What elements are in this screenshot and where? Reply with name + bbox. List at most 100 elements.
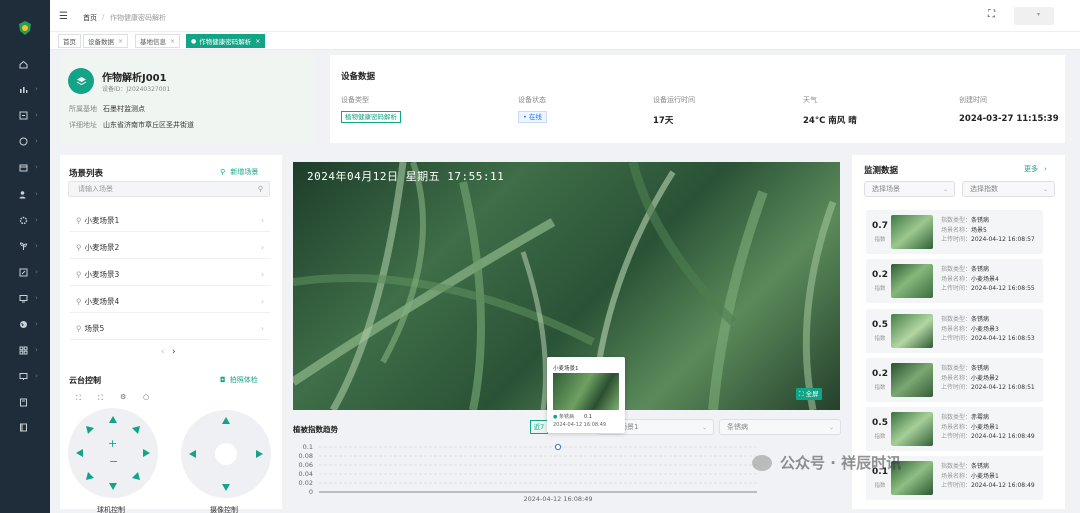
sidebar-item-screen[interactable]: › bbox=[0, 289, 50, 307]
sidebar-item-users[interactable]: › bbox=[0, 185, 50, 203]
sidebar-item-monitor[interactable]: › bbox=[0, 132, 50, 150]
weather-value: 24°C 南风 晴 bbox=[803, 116, 857, 126]
ptz-title: 云台控制 bbox=[69, 376, 101, 385]
scene-item[interactable]: ⚲ 小麦场景3 › bbox=[70, 264, 270, 286]
fullscreen-icon[interactable]: ⛶ bbox=[988, 9, 995, 20]
focus-frame-icon[interactable]: ⛶ bbox=[76, 394, 81, 403]
gear-small-icon[interactable]: ⚙ bbox=[120, 393, 126, 401]
monitor-record[interactable]: 0.7 指数 指数类型：条锈病 场景名称：场景5 上传时间：2024-04-12 16:… bbox=[866, 210, 1043, 254]
tab-home[interactable]: 首页 bbox=[58, 34, 81, 48]
sidebar-item-stats[interactable]: › bbox=[0, 80, 50, 98]
globe-icon bbox=[18, 136, 28, 146]
sidebar-item-docs[interactable] bbox=[0, 418, 50, 436]
record-time-label: 上传时间： bbox=[941, 482, 972, 489]
search-placeholder: 请输入场景 bbox=[78, 185, 113, 193]
close-icon[interactable]: × bbox=[118, 38, 123, 45]
device-data-card: 设备数据 设备类型 植物健康密码解析 设备状态 • 在线 设备运行时间 17天 … bbox=[330, 55, 1065, 143]
add-scene-label: 新增场景 bbox=[230, 168, 259, 176]
sidebar-item-map[interactable]: › bbox=[0, 315, 50, 333]
record-value: 0.7 bbox=[872, 221, 888, 231]
y-tick-label: 0.02 bbox=[299, 479, 313, 487]
tab-bar: 首页 设备数据 × 基地信息 × ● 作物健康密码解析 × bbox=[50, 32, 1080, 50]
app-logo-icon bbox=[19, 21, 31, 35]
zoom-frame-icon[interactable]: ⛶ bbox=[98, 394, 103, 403]
scene-item-label: 场景5 bbox=[84, 324, 105, 333]
sidebar-item-archive[interactable] bbox=[0, 393, 50, 411]
record-time: 2024-04-12 16:08:53 bbox=[971, 335, 1035, 342]
tab-crop-analysis[interactable]: ● 作物健康密码解析 × bbox=[186, 34, 266, 48]
sidebar-item-settings[interactable]: › bbox=[0, 211, 50, 229]
zoom-out-button[interactable]: − bbox=[109, 455, 118, 468]
sidebar-item-apps[interactable]: › bbox=[0, 341, 50, 359]
record-time-row: 上传时间：2024-04-12 16:08:51 bbox=[941, 383, 1035, 393]
record-thumbnail[interactable] bbox=[891, 412, 933, 446]
tab-device-data[interactable]: 设备数据 × bbox=[83, 34, 129, 48]
add-scene-button[interactable]: ⚲ 新增场景 bbox=[220, 167, 258, 177]
monitor-record[interactable]: 0.2 指数 指数类型：条锈病 场景名称：小麦场景2 上传时间：2024-04-12 1… bbox=[866, 358, 1043, 402]
zoom-in-button[interactable]: + bbox=[108, 437, 117, 450]
right-arrow-icon bbox=[143, 449, 150, 457]
select-index[interactable]: 选择指数 ⌄ bbox=[962, 181, 1055, 197]
monitor-record[interactable]: 0.5 指数 指数类型：条锈病 场景名称：小麦场景3 上传时间：2024-04-12 1… bbox=[866, 309, 1043, 353]
record-scene: 小麦场景1 bbox=[971, 423, 999, 431]
record-thumbnail[interactable] bbox=[891, 363, 933, 397]
close-icon[interactable]: × bbox=[255, 38, 260, 45]
more-label: 更多 bbox=[1024, 165, 1038, 173]
record-time: 2024-04-12 16:08:49 bbox=[971, 482, 1035, 489]
more-link[interactable]: 更多 › bbox=[1024, 164, 1047, 174]
y-tick-label: 0.08 bbox=[299, 452, 313, 460]
breadcrumb-home[interactable]: 首页 bbox=[83, 13, 97, 23]
fullscreen-button[interactable]: ⛶ 全屏 bbox=[796, 388, 822, 400]
record-scene-label: 场景名称： bbox=[941, 472, 972, 480]
record-thumbnail[interactable] bbox=[891, 215, 933, 249]
book-icon bbox=[18, 422, 28, 432]
sidebar-item-edit[interactable]: › bbox=[0, 263, 50, 281]
device-status-label: 设备状态 bbox=[518, 96, 546, 104]
dpad-center bbox=[215, 443, 237, 465]
scene-item[interactable]: ⚲ 小麦场景2 › bbox=[70, 237, 270, 259]
record-value-label: 指数 bbox=[874, 483, 886, 489]
sidebar-item-home[interactable] bbox=[0, 55, 50, 73]
menu-toggle-icon[interactable]: ☰ bbox=[59, 11, 68, 22]
range-button[interactable]: 近7 bbox=[530, 420, 548, 434]
record-time-label: 上传时间： bbox=[941, 285, 972, 292]
sidebar-item-records[interactable]: › bbox=[0, 158, 50, 176]
breadcrumb-current: 作物健康密码解析 bbox=[110, 14, 166, 22]
scene-item[interactable]: ⚲ 小麦场景4 › bbox=[70, 291, 270, 313]
prev-page-icon[interactable]: ‹ bbox=[161, 347, 165, 357]
monitor-record[interactable]: 0.5 指数 指数类型：赤霉病 场景名称：小麦场景1 上传时间：2024-04-12 1… bbox=[866, 407, 1043, 451]
trend-chart[interactable]: 0.10.080.060.040.020 2024-04-12 16:08:49 bbox=[293, 441, 763, 507]
close-icon[interactable]: × bbox=[170, 38, 175, 45]
record-type: 条锈病 bbox=[971, 217, 990, 224]
sidebar-item-devices[interactable]: › bbox=[0, 106, 50, 124]
capture-button[interactable]: ◘ 拍照体检 bbox=[220, 375, 258, 385]
monitor-record[interactable]: 0.2 指数 指数类型：条锈病 场景名称：小麦场景4 上传时间：2024-04-12 1… bbox=[866, 259, 1043, 303]
location-pin-icon: ⚲ bbox=[76, 324, 82, 333]
disease-select[interactable]: 条锈病 ⌄ bbox=[719, 419, 841, 435]
record-thumbnail[interactable] bbox=[891, 264, 933, 298]
scene-search-input[interactable]: 请输入场景 ⚲ bbox=[68, 181, 270, 197]
record-time-row: 上传时间：2024-04-12 16:08:57 bbox=[941, 235, 1035, 245]
location-pin-icon: ⚲ bbox=[76, 216, 82, 225]
record-time: 2024-04-12 16:08:55 bbox=[971, 285, 1035, 292]
record-value: 0.5 bbox=[872, 320, 888, 330]
tab-base-info[interactable]: 基地信息 × bbox=[135, 34, 181, 48]
next-page-icon[interactable]: › bbox=[172, 347, 176, 357]
created-value: 2024-03-27 11:15:39 bbox=[959, 114, 1059, 124]
record-scene: 小麦场景4 bbox=[971, 275, 999, 283]
record-thumbnail[interactable] bbox=[891, 314, 933, 348]
select-scene[interactable]: 选择场景 ⌄ bbox=[864, 181, 955, 197]
base-label: 所属基地 bbox=[69, 105, 97, 113]
chevron-down-icon: ⌄ bbox=[942, 185, 948, 193]
sidebar-item-display[interactable]: › bbox=[0, 367, 50, 385]
circle-icon[interactable]: ○ bbox=[143, 393, 149, 401]
record-info: 指数类型：条锈病 场景名称：小麦场景1 上传时间：2024-04-12 16:08:… bbox=[941, 462, 1035, 491]
select-index-label: 选择指数 bbox=[970, 185, 998, 193]
disease-select-value: 条锈病 bbox=[727, 423, 748, 431]
scene-item[interactable]: ⚲ 场景5 › bbox=[70, 318, 270, 340]
scene-item[interactable]: ⚲ 小麦场景1 › bbox=[70, 210, 270, 232]
user-dropdown[interactable]: ▾ bbox=[1014, 7, 1054, 25]
tooltip-thumbnail bbox=[553, 373, 619, 410]
sidebar-item-plants[interactable]: › bbox=[0, 237, 50, 255]
device-base-row: 所属基地 石墨村监测点 bbox=[69, 104, 145, 114]
